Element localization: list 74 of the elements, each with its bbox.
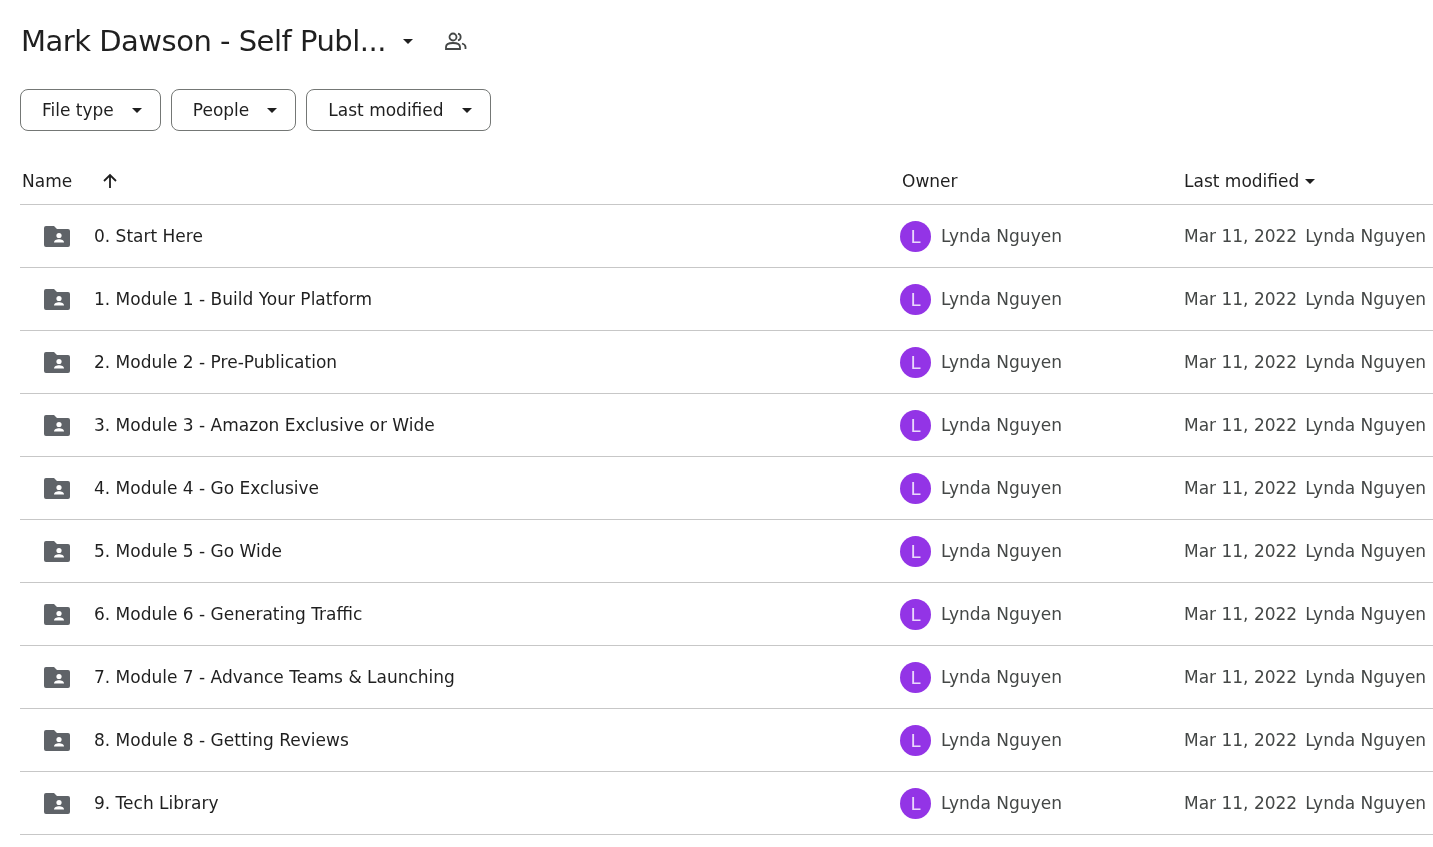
avatar: L	[900, 472, 931, 504]
avatar: L	[900, 346, 931, 378]
shared-folder-icon	[44, 288, 70, 310]
caret-icon	[461, 107, 472, 113]
modified-date: Mar 11, 2022	[1184, 604, 1298, 624]
file-name[interactable]: 6. Module 6 - Generating Traffic	[94, 604, 363, 624]
shared-folder-icon	[44, 729, 70, 751]
avatar: L	[900, 535, 931, 567]
shared-folder-icon	[44, 666, 70, 688]
modified-by: Lynda Nguyen	[1305, 541, 1427, 561]
modified-by: Lynda Nguyen	[1305, 604, 1427, 624]
modified-date: Mar 11, 2022	[1184, 289, 1298, 309]
avatar: L	[900, 787, 931, 819]
file-name[interactable]: 5. Module 5 - Go Wide	[94, 541, 282, 561]
file-name[interactable]: 4. Module 4 - Go Exclusive	[94, 478, 320, 498]
filter-chip[interactable]: People	[170, 89, 297, 131]
file-name[interactable]: 8. Module 8 - Getting Reviews	[94, 730, 349, 750]
modified-by: Lynda Nguyen	[1305, 667, 1427, 687]
modified-date: Mar 11, 2022	[1184, 730, 1298, 750]
file-name[interactable]: 7. Module 7 - Advance Teams & Launching	[94, 667, 455, 687]
owner-name: Lynda Nguyen	[941, 415, 1062, 435]
sort-caret-icon	[1305, 178, 1316, 184]
modified-date: Mar 11, 2022	[1184, 667, 1298, 687]
caret-icon	[131, 107, 142, 113]
owner-name: Lynda Nguyen	[941, 667, 1062, 687]
modified-date: Mar 11, 2022	[1184, 541, 1298, 561]
owner-name: Lynda Nguyen	[941, 289, 1062, 309]
modified-by: Lynda Nguyen	[1305, 478, 1427, 498]
shared-folder-icon	[44, 603, 70, 625]
owner-name: Lynda Nguyen	[941, 478, 1062, 498]
shared-people-icon	[443, 31, 468, 51]
modified-date: Mar 11, 2022	[1184, 793, 1298, 813]
filter-chip[interactable]: File type	[20, 89, 161, 131]
owner-name: Lynda Nguyen	[941, 730, 1062, 750]
modified-by: Lynda Nguyen	[1305, 289, 1427, 309]
shared-folder-icon	[44, 540, 70, 562]
file-name[interactable]: 3. Module 3 - Amazon Exclusive or Wide	[94, 415, 435, 435]
modified-by: Lynda Nguyen	[1305, 730, 1427, 750]
avatar: L	[900, 283, 931, 315]
sort-up-arrow-icon[interactable]	[102, 173, 119, 189]
caret-icon	[402, 38, 413, 44]
folder-title: Mark Dawson - Self Publ...	[21, 24, 386, 58]
file-name[interactable]: 9. Tech Library	[94, 793, 219, 813]
owner-name: Lynda Nguyen	[941, 793, 1062, 813]
avatar: L	[900, 661, 931, 693]
modified-date: Mar 11, 2022	[1184, 226, 1298, 246]
shared-folder-icon	[44, 792, 70, 814]
owner-name: Lynda Nguyen	[941, 604, 1062, 624]
avatar: L	[900, 220, 931, 252]
modified-by: Lynda Nguyen	[1305, 226, 1427, 246]
owner-name: Lynda Nguyen	[941, 541, 1062, 561]
shared-folder-icon	[44, 477, 70, 499]
column-header[interactable]: Owner	[902, 171, 958, 191]
owner-name: Lynda Nguyen	[941, 352, 1062, 372]
modified-date: Mar 11, 2022	[1184, 478, 1298, 498]
caret-icon	[267, 107, 278, 113]
file-name[interactable]: 0. Start Here	[94, 226, 203, 246]
modified-by: Lynda Nguyen	[1305, 352, 1427, 372]
column-header[interactable]: Last modified	[1184, 171, 1316, 191]
modified-date: Mar 11, 2022	[1184, 415, 1298, 435]
avatar: L	[900, 598, 931, 630]
modified-by: Lynda Nguyen	[1305, 415, 1427, 435]
filter-chip[interactable]: Last modified	[306, 89, 491, 131]
modified-date: Mar 11, 2022	[1184, 352, 1298, 372]
shared-folder-icon	[44, 414, 70, 436]
avatar: L	[900, 409, 931, 441]
owner-name: Lynda Nguyen	[941, 226, 1062, 246]
avatar: L	[900, 724, 931, 756]
shared-folder-icon	[44, 225, 70, 247]
shared-folder-icon	[44, 351, 70, 373]
column-header[interactable]: Name	[22, 171, 119, 191]
file-name[interactable]: 2. Module 2 - Pre-Publication	[94, 352, 338, 372]
file-name[interactable]: 1. Module 1 - Build Your Platform	[94, 289, 373, 309]
modified-by: Lynda Nguyen	[1305, 793, 1427, 813]
